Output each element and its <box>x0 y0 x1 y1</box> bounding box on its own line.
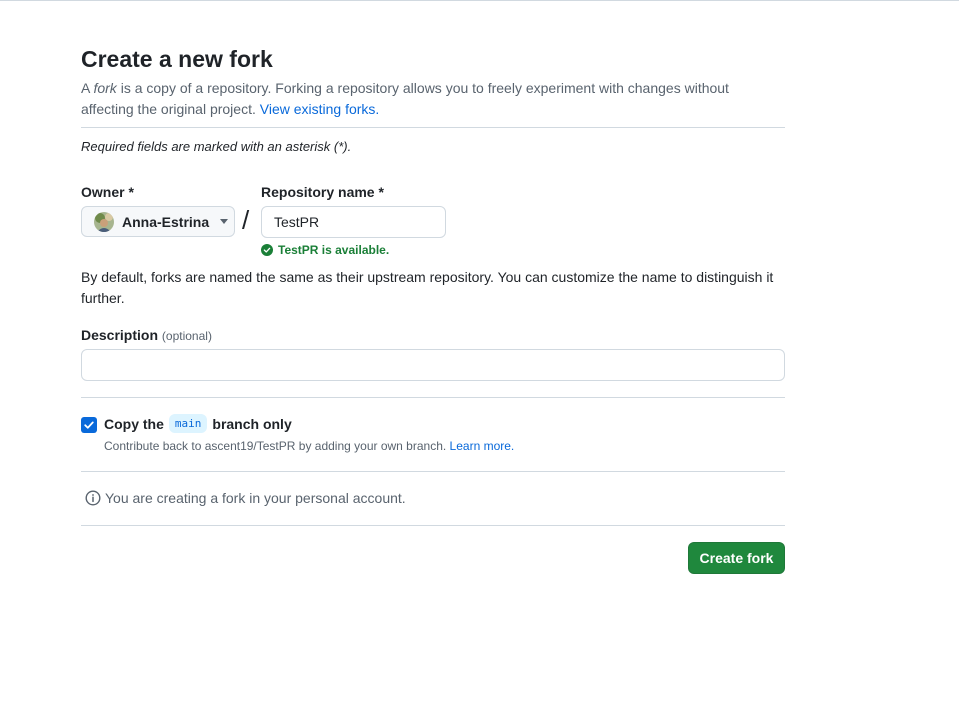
divider <box>81 471 785 472</box>
intro-fork-word: fork <box>93 80 117 96</box>
availability-message: TestPR is available. <box>261 243 389 257</box>
page-title: Create a new fork <box>81 46 273 72</box>
repository-name-input[interactable] <box>261 206 446 238</box>
description-label-text: Description <box>81 327 159 343</box>
copy-branch-description: Contribute back to ascent19/TestPR by ad… <box>104 439 514 453</box>
owner-select-button[interactable]: Anna-Estrina <box>81 206 235 237</box>
copy-label-after: branch only <box>212 415 292 432</box>
personal-account-info: You are creating a fork in your personal… <box>85 490 406 506</box>
required-note: Required fields are marked with an aster… <box>81 139 352 154</box>
intro-body: is a copy of a repository. Forking a rep… <box>81 80 729 117</box>
branch-name-code: main <box>168 414 208 433</box>
intro-prefix: A <box>81 80 94 96</box>
copy-branch-checkbox[interactable] <box>81 417 97 433</box>
description-input[interactable] <box>81 349 785 381</box>
divider <box>81 525 785 526</box>
create-fork-button[interactable]: Create fork <box>688 542 785 574</box>
optional-tag: (optional) <box>161 329 212 343</box>
triangle-down-icon <box>220 219 229 224</box>
info-icon <box>85 490 101 506</box>
copy-sub-text: Contribute back to ascent19/TestPR by ad… <box>104 439 450 453</box>
owner-repo-separator: / <box>242 205 250 235</box>
description-label: Description (optional) <box>81 327 212 343</box>
availability-text: TestPR is available. <box>278 243 390 257</box>
info-text: You are creating a fork in your personal… <box>105 490 406 506</box>
repository-name-label: Repository name * <box>261 184 384 200</box>
naming-note: By default, forks are named the same as … <box>81 269 774 306</box>
copy-label-before: Copy the <box>104 415 164 432</box>
copy-branch-label[interactable]: Copy the main branch only <box>104 414 292 433</box>
learn-more-link[interactable]: Learn more. <box>450 439 515 453</box>
check-circle-icon <box>261 244 273 256</box>
check-icon <box>84 421 94 429</box>
avatar <box>94 211 114 232</box>
view-existing-forks-link[interactable]: View existing forks. <box>260 101 380 117</box>
top-border <box>0 0 959 1</box>
divider <box>81 397 785 398</box>
owner-label: Owner * <box>81 184 134 200</box>
divider <box>81 127 785 128</box>
owner-name: Anna-Estrina <box>122 213 210 230</box>
intro-text: A fork is a copy of a repository. Forkin… <box>81 78 781 120</box>
